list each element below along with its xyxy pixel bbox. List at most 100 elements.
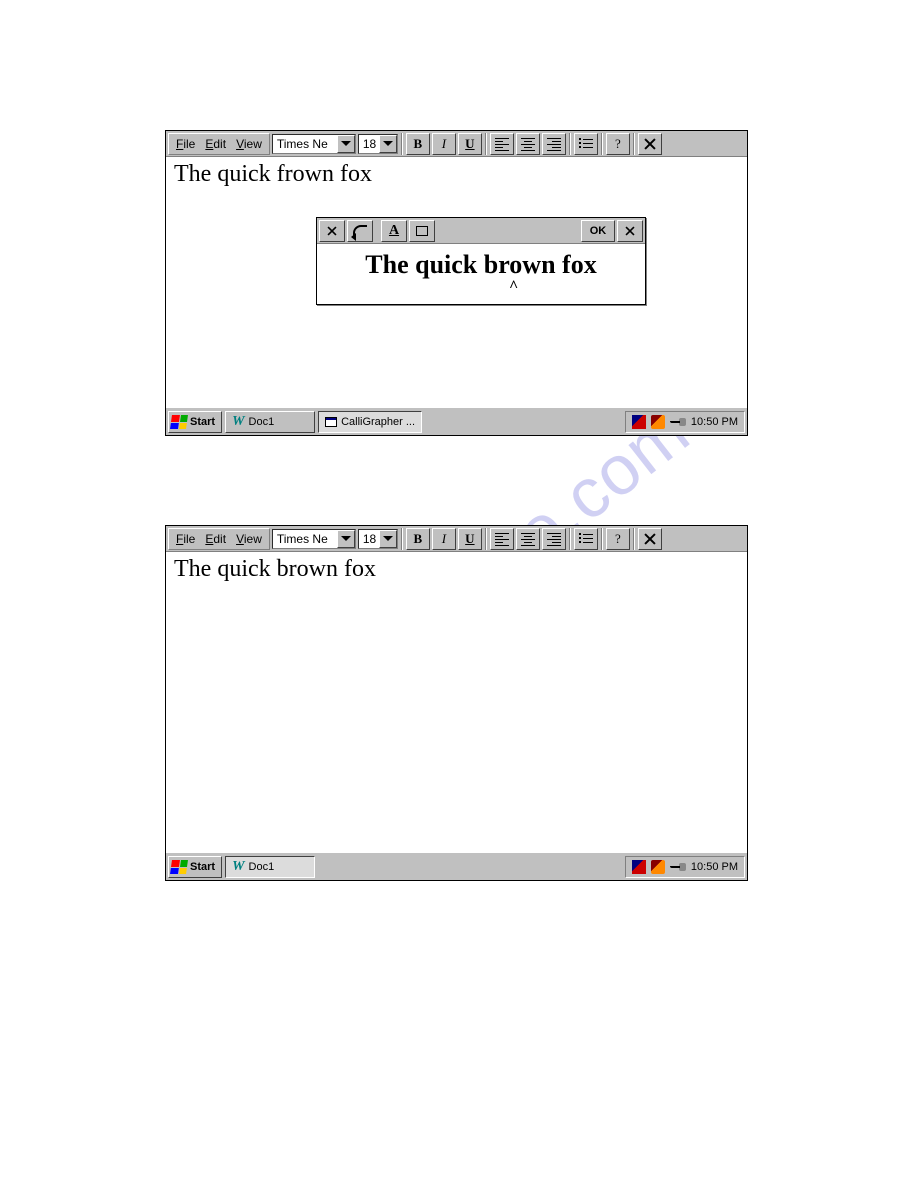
bullets-button[interactable] — [574, 528, 598, 550]
separator — [569, 528, 571, 550]
close-icon — [643, 532, 657, 546]
tray-pen-icon[interactable] — [632, 415, 646, 429]
align-right-button[interactable] — [542, 528, 566, 550]
separator — [485, 528, 487, 550]
tray-stylus-icon[interactable] — [651, 860, 665, 874]
taskbar-doc1[interactable]: W Doc1 — [225, 856, 315, 878]
screenshot-before: File Edit View Times Ne 18 B I U ? — [165, 130, 748, 436]
separator — [485, 133, 487, 155]
menu-file[interactable]: File — [171, 135, 200, 153]
separator — [601, 133, 603, 155]
font-value: Times Ne — [273, 532, 337, 546]
correction-cancel-button[interactable] — [319, 220, 345, 242]
chevron-down-icon — [383, 536, 393, 541]
window-icon — [325, 417, 337, 427]
tray-pen-icon[interactable] — [632, 860, 646, 874]
taskbar-doc1-label: Doc1 — [249, 416, 275, 428]
chevron-down-icon — [341, 536, 351, 541]
tray-power-icon[interactable] — [670, 416, 686, 428]
taskbar-calligrapher[interactable]: CalliGrapher ... — [318, 411, 422, 433]
taskbar-doc1-label: Doc1 — [249, 861, 275, 873]
align-center-button[interactable] — [516, 133, 540, 155]
word-icon: W — [232, 414, 244, 430]
font-dropdown[interactable]: Times Ne — [272, 134, 356, 154]
document-text: The quick brown fox — [174, 556, 739, 583]
tray-stylus-icon[interactable] — [651, 415, 665, 429]
text-a-icon: A — [389, 223, 399, 239]
close-button[interactable] — [638, 528, 662, 550]
align-left-button[interactable] — [490, 133, 514, 155]
font-dropdown[interactable]: Times Ne — [272, 529, 356, 549]
clock: 10:50 PM — [691, 416, 738, 428]
windows-logo-icon — [170, 860, 188, 874]
separator — [569, 133, 571, 155]
bold-button[interactable]: B — [406, 133, 430, 155]
start-label: Start — [190, 416, 215, 428]
correction-text-area[interactable]: The quick brown fox ^ — [317, 244, 645, 304]
align-right-button[interactable] — [542, 133, 566, 155]
help-button[interactable]: ? — [606, 528, 630, 550]
underline-button[interactable]: U — [458, 528, 482, 550]
correction-text-mode-button[interactable]: A — [381, 220, 407, 242]
start-button[interactable]: Start — [168, 411, 222, 433]
italic-button[interactable]: I — [432, 133, 456, 155]
document-area[interactable]: The quick brown fox — [166, 552, 747, 852]
menu-bar: File Edit View — [168, 528, 270, 550]
taskbar-calligrapher-label: CalliGrapher ... — [341, 416, 415, 428]
clock: 10:50 PM — [691, 861, 738, 873]
tray-power-icon[interactable] — [670, 861, 686, 873]
menu-edit[interactable]: Edit — [200, 530, 231, 548]
taskbar: Start W Doc1 10:50 PM — [166, 852, 747, 880]
font-dropdown-arrow[interactable] — [337, 135, 355, 153]
correction-ok-button[interactable]: OK — [581, 220, 615, 242]
size-dropdown-arrow[interactable] — [379, 135, 397, 153]
help-button[interactable]: ? — [606, 133, 630, 155]
align-left-icon — [495, 533, 509, 545]
size-value: 18 — [359, 137, 379, 151]
font-dropdown-arrow[interactable] — [337, 530, 355, 548]
size-value: 18 — [359, 532, 379, 546]
bullets-icon — [579, 138, 593, 150]
size-dropdown[interactable]: 18 — [358, 134, 398, 154]
undo-icon — [353, 225, 367, 237]
close-icon — [624, 225, 635, 236]
menu-edit[interactable]: Edit — [200, 135, 231, 153]
correction-popup[interactable]: A OK The quick brown fox ^ — [316, 217, 646, 305]
chevron-down-icon — [383, 141, 393, 146]
correction-undo-button[interactable] — [347, 220, 373, 242]
toolbar: File Edit View Times Ne 18 B I U ? — [166, 526, 747, 552]
align-right-icon — [547, 533, 561, 545]
screenshot-after: File Edit View Times Ne 18 B I U ? — [165, 525, 748, 881]
system-tray: 10:50 PM — [625, 856, 745, 878]
correction-toolbar: A OK — [317, 218, 645, 244]
correction-window-button[interactable] — [409, 220, 435, 242]
underline-button[interactable]: U — [458, 133, 482, 155]
bold-button[interactable]: B — [406, 528, 430, 550]
menu-file[interactable]: File — [171, 530, 200, 548]
separator — [601, 528, 603, 550]
close-button[interactable] — [638, 133, 662, 155]
italic-button[interactable]: I — [432, 528, 456, 550]
size-dropdown[interactable]: 18 — [358, 529, 398, 549]
bullets-icon — [579, 533, 593, 545]
close-icon — [326, 225, 337, 236]
taskbar-doc1[interactable]: W Doc1 — [225, 411, 315, 433]
align-left-icon — [495, 138, 509, 150]
document-area[interactable]: The quick frown fox A OK The quick brown… — [166, 157, 747, 407]
align-left-button[interactable] — [490, 528, 514, 550]
menu-view[interactable]: View — [231, 135, 267, 153]
bullets-button[interactable] — [574, 133, 598, 155]
font-value: Times Ne — [273, 137, 337, 151]
separator — [633, 528, 635, 550]
size-dropdown-arrow[interactable] — [379, 530, 397, 548]
start-label: Start — [190, 861, 215, 873]
system-tray: 10:50 PM — [625, 411, 745, 433]
caret-icon: ^ — [509, 278, 518, 296]
align-center-icon — [521, 138, 535, 150]
menu-view[interactable]: View — [231, 530, 267, 548]
align-center-button[interactable] — [516, 528, 540, 550]
correction-close-button[interactable] — [617, 220, 643, 242]
start-button[interactable]: Start — [168, 856, 222, 878]
editor-window: File Edit View Times Ne 18 B I U ? — [165, 525, 748, 881]
rectangle-icon — [416, 226, 428, 236]
